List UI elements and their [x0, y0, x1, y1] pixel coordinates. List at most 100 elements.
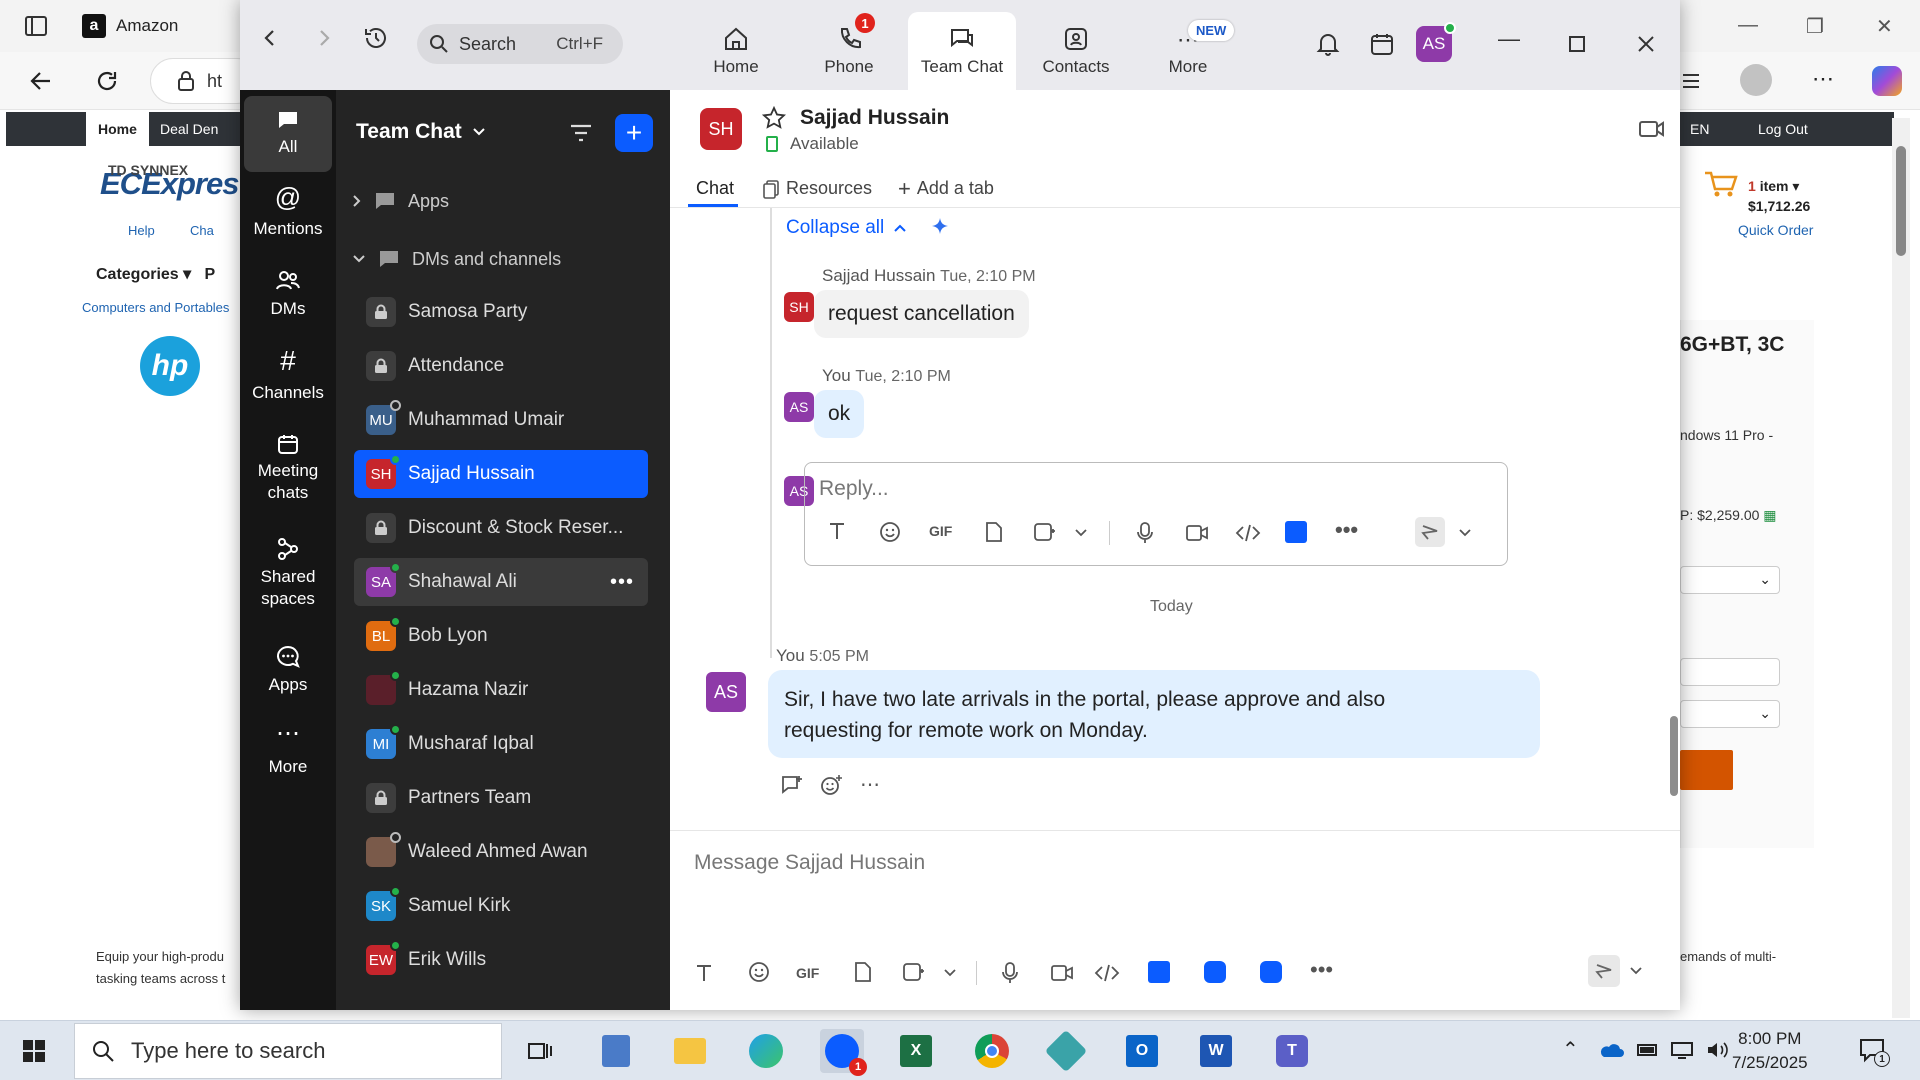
avatar[interactable]: AS [784, 392, 814, 422]
zoom-maximize-button[interactable] [1569, 36, 1585, 52]
browser-tab-amazon[interactable]: a Amazon [82, 4, 242, 48]
chat-list-item[interactable]: Waleed Ahmed Awan [354, 828, 648, 876]
emoji-icon[interactable] [879, 521, 901, 543]
gif-button[interactable]: GIF [796, 965, 819, 981]
add-reaction-icon[interactable] [820, 774, 844, 796]
more-tools-icon[interactable]: ••• [1335, 517, 1358, 543]
taskbar-search[interactable]: Type here to search [74, 1023, 502, 1079]
screenshot-icon[interactable] [1033, 521, 1057, 543]
app-icon[interactable] [1044, 1029, 1088, 1073]
network-icon[interactable] [1670, 1041, 1694, 1059]
star-icon[interactable] [762, 106, 786, 130]
tab-phone[interactable]: Phone 1 [795, 12, 903, 90]
chat-list-item[interactable]: BL Bob Lyon [354, 612, 648, 660]
contact-name[interactable]: Sajjad Hussain [800, 106, 949, 130]
extensions-icon[interactable] [1680, 70, 1702, 92]
nav-back-button[interactable] [254, 22, 286, 54]
tab-contacts[interactable]: Contacts [1022, 12, 1130, 90]
chat-list-item[interactable]: Partners Team [354, 774, 648, 822]
chat-list-item[interactable]: Discount & Stock Reser... [354, 504, 648, 552]
reply-placeholder[interactable]: Reply... [819, 477, 889, 501]
onedrive-icon[interactable] [1598, 1041, 1624, 1059]
gif-button[interactable]: GIF [929, 523, 952, 539]
product-option-select-1[interactable]: ⌄ [1680, 566, 1780, 594]
new-chat-button[interactable]: + [615, 114, 653, 152]
site-breadcrumb[interactable]: Computers and Portables [82, 300, 229, 315]
teams-icon[interactable]: T [1270, 1029, 1314, 1073]
user-avatar[interactable]: AS [1416, 22, 1456, 62]
docs-app-icon[interactable] [1285, 521, 1307, 543]
whiteboard-app-icon[interactable] [1204, 961, 1226, 983]
chat-list-header[interactable]: Team Chat [356, 120, 486, 144]
rail-all[interactable]: All [244, 96, 332, 172]
quick-order-link[interactable]: Quick Order [1738, 222, 1813, 238]
site-categories-menu[interactable]: Categories ▾ P [96, 264, 215, 284]
more-tools-icon[interactable]: ••• [1310, 957, 1333, 983]
tab-chat[interactable]: Chat [696, 178, 734, 199]
zoom-taskbar-icon[interactable]: 1 [820, 1029, 867, 1076]
notifications-button[interactable] [1310, 26, 1346, 62]
tab-team-chat[interactable]: Team Chat [908, 12, 1016, 90]
video-message-icon[interactable] [1185, 523, 1209, 543]
video-message-icon[interactable] [1050, 963, 1074, 983]
tab-more[interactable]: ⋯ More NEW [1134, 12, 1242, 90]
avatar[interactable]: AS [706, 672, 746, 712]
chat-list-item[interactable]: Samosa Party [354, 288, 648, 336]
add-to-cart-button[interactable] [1680, 750, 1733, 790]
reply-icon[interactable] [780, 774, 804, 796]
rail-channels[interactable]: # Channels [244, 347, 332, 404]
chat-list-item[interactable]: EW Erik Wills [354, 936, 648, 984]
site-nav-language[interactable]: EN [1678, 112, 1721, 146]
docs-app-icon[interactable] [1148, 961, 1170, 983]
chat-list-item[interactable]: MU Muhammad Umair [354, 396, 648, 444]
format-text-icon[interactable] [827, 521, 847, 541]
file-icon[interactable] [985, 521, 1003, 543]
excel-icon[interactable]: X [894, 1029, 938, 1073]
outlook-icon[interactable]: O [1120, 1029, 1164, 1073]
chevron-down-icon[interactable] [1075, 529, 1087, 537]
calendar-button[interactable] [1364, 26, 1400, 62]
browser-close-button[interactable]: ✕ [1876, 14, 1893, 39]
microphone-icon[interactable] [1002, 961, 1018, 985]
copilot-icon[interactable] [1872, 66, 1902, 96]
send-options-chevron-icon[interactable] [1630, 967, 1642, 975]
filter-icon[interactable] [568, 120, 594, 146]
site-logo[interactable]: TD SYNNEX ECExpres [100, 162, 239, 202]
chat-list-item[interactable]: SK Samuel Kirk [354, 882, 648, 930]
zoom-minimize-button[interactable]: — [1498, 26, 1520, 52]
site-nav-logout[interactable]: Log Out [1746, 112, 1820, 146]
product-option-select-2[interactable]: ⌄ [1680, 700, 1780, 728]
chat-list-item-hovered[interactable]: SA Shahawal Ali ••• [354, 558, 648, 606]
microphone-icon[interactable] [1137, 521, 1153, 545]
volume-icon[interactable] [1706, 1041, 1730, 1059]
send-options-chevron-icon[interactable] [1459, 529, 1471, 537]
browser-restore-button[interactable]: ❐ [1806, 14, 1824, 39]
rail-dms[interactable]: DMs [244, 268, 332, 320]
format-text-icon[interactable] [694, 963, 714, 983]
windows-start-icon[interactable] [22, 1039, 46, 1063]
edge-icon[interactable] [744, 1029, 788, 1073]
chat-list-item-selected[interactable]: SH Sajjad Hussain [354, 450, 648, 498]
chevron-down-icon[interactable] [944, 969, 956, 977]
message-input[interactable] [694, 845, 1394, 881]
calculator-icon[interactable] [594, 1029, 638, 1073]
history-button[interactable] [360, 22, 392, 54]
zoom-close-button[interactable] [1637, 35, 1655, 53]
site-help-link[interactable]: Help [128, 223, 155, 238]
file-icon[interactable] [854, 961, 872, 983]
section-dms-and-channels[interactable]: DMs and channels [352, 248, 561, 270]
search-bar[interactable]: Search Ctrl+F [417, 24, 623, 64]
section-apps[interactable]: Apps [352, 190, 449, 212]
browser-scrollbar-thumb[interactable] [1896, 146, 1906, 256]
ai-sparkle-icon[interactable] [928, 216, 952, 240]
chrome-icon[interactable] [970, 1029, 1014, 1073]
tab-resources[interactable]: Resources [762, 178, 872, 199]
tab-add[interactable]: + Add a tab [898, 177, 994, 199]
refresh-icon[interactable] [94, 68, 120, 94]
contact-avatar[interactable]: SH [700, 108, 742, 150]
notes-app-icon[interactable] [1260, 961, 1282, 983]
collapse-all-button[interactable]: Collapse all [786, 216, 952, 240]
battery-icon[interactable] [1636, 1041, 1660, 1059]
nav-forward-button[interactable] [308, 22, 340, 54]
task-view-icon[interactable] [518, 1029, 562, 1073]
